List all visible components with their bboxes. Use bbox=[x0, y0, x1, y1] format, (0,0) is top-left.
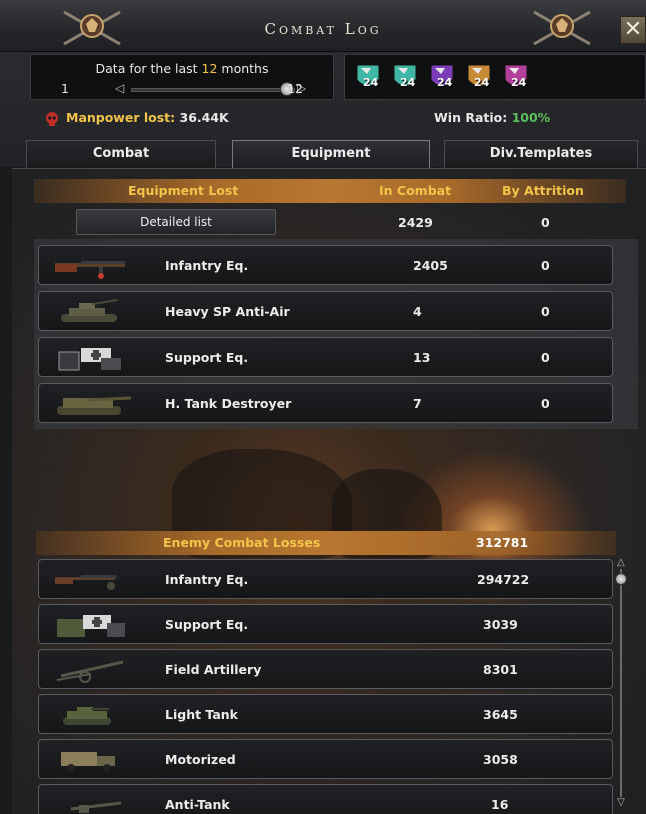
win-ratio-label: Win Ratio: bbox=[434, 110, 508, 125]
period-months: 12 bbox=[201, 61, 218, 76]
tab-div-templates[interactable]: Div.Templates bbox=[444, 140, 638, 168]
period-text-after: months bbox=[217, 61, 269, 76]
rifle-icon bbox=[55, 575, 117, 590]
list-item[interactable]: Anti-Tank 16 bbox=[38, 784, 613, 814]
general-badge[interactable]: 24 bbox=[351, 62, 385, 92]
period-min: 1 bbox=[61, 81, 69, 96]
general-level: 24 bbox=[437, 76, 453, 89]
equipment-content: Equipment Lost In Combat By Attrition De… bbox=[12, 168, 646, 814]
tank-destroyer-icon bbox=[57, 396, 132, 415]
general-badge[interactable]: 24 bbox=[462, 62, 496, 92]
tab-combat[interactable]: Combat bbox=[26, 140, 216, 168]
anti-tank-gun-icon bbox=[70, 801, 122, 813]
item-by-attrition: 0 bbox=[541, 396, 550, 411]
crossed-swords-emblem-icon bbox=[533, 10, 591, 46]
col-by-attrition: By Attrition bbox=[502, 183, 584, 198]
scroll-thumb[interactable] bbox=[615, 573, 627, 585]
list-item[interactable]: Heavy SP Anti-Air 4 0 bbox=[38, 291, 613, 331]
period-selector: Data for the last 12 months 1 ◁ ▷ 12 bbox=[30, 54, 334, 100]
item-value: 294722 bbox=[477, 572, 530, 587]
artillery-icon bbox=[56, 660, 124, 683]
item-value: 8301 bbox=[483, 662, 518, 677]
list-item[interactable]: Infantry Eq. 294722 bbox=[38, 559, 613, 599]
close-icon: ✕ bbox=[623, 17, 643, 42]
item-name: Support Eq. bbox=[165, 350, 249, 365]
enemy-losses-header: Enemy Combat Losses 312781 bbox=[36, 531, 616, 555]
truck-icon bbox=[61, 752, 115, 772]
equipment-lost-header: Equipment Lost In Combat By Attrition bbox=[34, 179, 626, 203]
item-in-combat: 13 bbox=[413, 350, 431, 365]
item-in-combat: 2405 bbox=[413, 258, 448, 273]
list-item[interactable]: Support Eq. 3039 bbox=[38, 604, 613, 644]
item-in-combat: 7 bbox=[413, 396, 422, 411]
tab-equipment[interactable]: Equipment bbox=[232, 140, 430, 168]
support-equipment-icon bbox=[58, 348, 121, 371]
generals-panel: 24 24 24 24 24 bbox=[344, 54, 646, 100]
rifle-icon bbox=[55, 261, 125, 279]
period-max: 12 bbox=[287, 81, 303, 96]
total-in-combat: 2429 bbox=[398, 215, 433, 230]
item-name: Anti-Tank bbox=[165, 797, 230, 812]
item-name: Support Eq. bbox=[165, 617, 249, 632]
enemy-losses-scrollbar[interactable]: △ ▽ bbox=[614, 557, 628, 809]
enemy-losses-total: 312781 bbox=[476, 535, 529, 550]
general-level: 24 bbox=[474, 76, 490, 89]
item-name: Infantry Eq. bbox=[165, 258, 249, 273]
detailed-list-button[interactable]: Detailed list bbox=[76, 209, 276, 235]
item-by-attrition: 0 bbox=[541, 258, 550, 273]
col-in-combat: In Combat bbox=[379, 183, 452, 198]
enemy-losses-label: Enemy Combat Losses bbox=[163, 535, 321, 550]
item-in-combat: 4 bbox=[413, 304, 422, 319]
list-item[interactable]: Support Eq. 13 0 bbox=[38, 337, 613, 377]
slider-left-arrow-icon[interactable]: ◁ bbox=[115, 81, 124, 95]
general-level: 24 bbox=[511, 76, 527, 89]
list-item[interactable]: Motorized 3058 bbox=[38, 739, 613, 779]
manpower-label: Manpower lost: bbox=[66, 110, 176, 125]
scroll-up-icon[interactable]: △ bbox=[614, 557, 628, 569]
total-by-attrition: 0 bbox=[541, 215, 550, 230]
sp-anti-air-icon bbox=[61, 299, 118, 322]
list-item[interactable]: H. Tank Destroyer 7 0 bbox=[38, 383, 613, 423]
close-button[interactable]: ✕ bbox=[620, 16, 646, 44]
general-badge[interactable]: 24 bbox=[425, 62, 459, 92]
item-value: 16 bbox=[491, 797, 509, 812]
item-name: Field Artillery bbox=[165, 662, 262, 677]
item-value: 3039 bbox=[483, 617, 518, 632]
support-equipment-icon bbox=[57, 615, 125, 637]
manpower-lost: Manpower lost: 36.44K bbox=[66, 110, 229, 125]
general-level: 24 bbox=[400, 76, 416, 89]
item-by-attrition: 0 bbox=[541, 350, 550, 365]
manpower-value: 36.44K bbox=[179, 110, 229, 125]
item-name: Motorized bbox=[165, 752, 236, 767]
period-slider-track[interactable] bbox=[131, 88, 295, 92]
skull-icon bbox=[46, 112, 58, 126]
item-name: Light Tank bbox=[165, 707, 238, 722]
item-by-attrition: 0 bbox=[541, 304, 550, 319]
item-value: 3645 bbox=[483, 707, 518, 722]
win-ratio: Win Ratio: 100% bbox=[434, 110, 550, 125]
col-equipment-lost: Equipment Lost bbox=[128, 183, 239, 198]
item-name: Infantry Eq. bbox=[165, 572, 249, 587]
scroll-down-icon[interactable]: ▽ bbox=[614, 797, 628, 809]
list-item[interactable]: Field Artillery 8301 bbox=[38, 649, 613, 689]
item-name: Heavy SP Anti-Air bbox=[165, 304, 290, 319]
general-level: 24 bbox=[363, 76, 379, 89]
item-name: H. Tank Destroyer bbox=[165, 396, 292, 411]
win-ratio-value: 100% bbox=[511, 110, 551, 125]
general-badge[interactable]: 24 bbox=[499, 62, 533, 92]
light-tank-icon bbox=[63, 707, 111, 725]
item-value: 3058 bbox=[483, 752, 518, 767]
scroll-track[interactable] bbox=[620, 569, 622, 797]
list-item[interactable]: Infantry Eq. 2405 0 bbox=[38, 245, 613, 285]
period-label: Data for the last 12 months bbox=[31, 61, 333, 76]
period-text-before: Data for the last bbox=[95, 61, 202, 76]
general-badge[interactable]: 24 bbox=[388, 62, 422, 92]
title-bar: Combat Log ✕ bbox=[0, 0, 646, 52]
list-item[interactable]: Light Tank 3645 bbox=[38, 694, 613, 734]
